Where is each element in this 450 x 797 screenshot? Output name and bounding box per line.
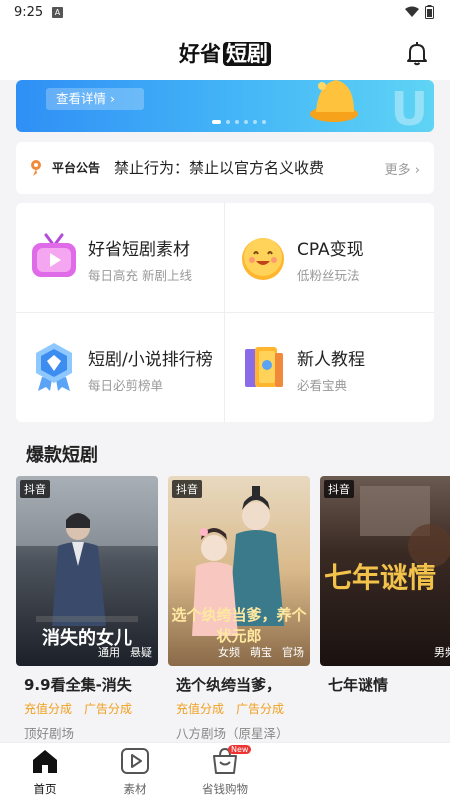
banner-dot[interactable] xyxy=(235,120,239,124)
drama-title: 9.9看全集-消失 xyxy=(24,676,132,694)
app-header: 好省 短剧 xyxy=(0,26,450,80)
banner-dot[interactable] xyxy=(262,120,266,124)
notification-icon: A xyxy=(52,7,63,18)
books-icon xyxy=(245,347,283,387)
feature-title: 短剧/小说排行榜 xyxy=(88,350,213,370)
banner-dot[interactable] xyxy=(212,120,221,124)
drama-title: 七年谜情 xyxy=(328,676,389,694)
genre-tags: 通用 悬疑 xyxy=(98,644,152,660)
new-badge: New xyxy=(228,745,252,754)
banner-dot[interactable] xyxy=(226,120,230,124)
feature-drama-materials[interactable]: 好省短剧素材 每日高充 新剧上线 xyxy=(16,203,224,312)
status-bar: 9:25 A xyxy=(0,0,450,26)
platform-notice[interactable]: 平台公告 禁止行为：禁止以官方名义收费 更多 › xyxy=(16,142,434,194)
home-icon xyxy=(33,750,57,773)
megaphone-icon xyxy=(31,160,41,176)
feature-tutorial[interactable]: 新人教程 必看宝典 xyxy=(225,313,433,422)
feature-subtitle: 每日高充 新剧上线 xyxy=(88,268,192,283)
genre-tag: 女频 xyxy=(218,646,240,659)
poster-title: 七年谜情 xyxy=(324,561,437,594)
feature-title: 新人教程 xyxy=(297,350,365,370)
drama-source: 八方剧场（原星泽） xyxy=(176,726,289,741)
tab-shopping[interactable]: New 省钱购物 xyxy=(185,745,265,797)
feature-subtitle: 低粉丝玩法 xyxy=(297,268,360,283)
banner-dot[interactable] xyxy=(244,120,248,124)
genre-tag: 悬疑 xyxy=(130,646,152,659)
banner-details-button[interactable]: 查看详情 › xyxy=(46,88,144,110)
notice-more-link[interactable]: 更多 › xyxy=(385,159,420,178)
app-title-prefix: 好省 xyxy=(179,42,221,66)
feature-subtitle: 必看宝典 xyxy=(297,378,348,393)
banner-pagination xyxy=(212,120,266,124)
tv-play-icon xyxy=(32,233,76,277)
platform-badge: 抖音 xyxy=(324,480,354,498)
bell-icon[interactable] xyxy=(404,40,430,66)
feature-grid: 好省短剧素材 每日高充 新剧上线 CPA变现 低粉丝玩法 短剧/小说排行榜 每日… xyxy=(16,203,434,422)
play-icon xyxy=(121,748,149,774)
feature-title: CPA变现 xyxy=(297,240,364,260)
wifi-icon xyxy=(405,6,419,17)
benefit-tag: 充值分成 xyxy=(24,702,73,716)
notice-text: 禁止行为：禁止以官方名义收费 xyxy=(114,159,325,177)
notice-label: 平台公告 xyxy=(52,161,101,175)
section-title: 爆款短剧 xyxy=(26,445,98,466)
feature-cpa[interactable]: CPA变现 低粉丝玩法 xyxy=(225,203,433,312)
bottom-tab-bar: 首页 素材 New 省钱购物 xyxy=(0,742,450,797)
feature-subtitle: 每日必剪榜单 xyxy=(88,378,164,393)
status-time: 9:25 xyxy=(14,5,44,20)
platform-badge: 抖音 xyxy=(172,480,202,498)
drama-title: 选个纨绔当爹， xyxy=(176,676,282,694)
status-icons xyxy=(405,5,434,19)
tab-label: 首页 xyxy=(33,782,57,796)
smile-face-icon xyxy=(242,238,284,280)
drama-poster: 抖音 消失的女儿 通用 悬疑 xyxy=(16,476,158,666)
genre-tags: 女频 萌宝 官场 xyxy=(218,644,304,660)
benefit-tag: 广告分成 xyxy=(84,702,133,716)
diamond-medal-icon xyxy=(36,343,72,391)
benefit-tags: 充值分成 广告分成 xyxy=(176,700,284,717)
drama-poster: 抖音 选个纨绔当爹，养个状元郎 女频 萌宝 官场 xyxy=(168,476,310,666)
genre-tag: 通用 xyxy=(98,646,120,659)
feature-title: 好省短剧素材 xyxy=(88,240,190,260)
drama-card[interactable]: 抖音 七年谜情 男频 七年谜情 xyxy=(320,476,450,742)
tab-home[interactable]: 首页 xyxy=(5,747,85,797)
benefit-tag: 广告分成 xyxy=(236,702,285,716)
feature-ranking[interactable]: 短剧/小说排行榜 每日必剪榜单 xyxy=(16,313,224,422)
battery-icon xyxy=(425,5,434,19)
app-title: 好省 短剧 xyxy=(0,38,450,68)
drama-card[interactable]: 抖音 选个纨绔当爹，养个状元郎 女频 萌宝 官场 选个纨绔当爹， 充值分成 广告… xyxy=(168,476,310,742)
promo-banner[interactable]: 查看详情 › U xyxy=(16,80,434,132)
tab-label: 省钱购物 xyxy=(202,782,248,796)
banner-decoration: U xyxy=(390,82,428,132)
drama-poster: 抖音 七年谜情 男频 xyxy=(320,476,450,666)
benefit-tags: 充值分成 广告分成 xyxy=(24,700,132,717)
tab-label: 素材 xyxy=(123,782,147,796)
drama-list: 抖音 消失的女儿 通用 悬疑 9.9看全集-消失 充值分成 广告分成 顶好剧场 xyxy=(16,476,450,742)
banner-dot[interactable] xyxy=(253,120,257,124)
poster-title: 选个纨绔当爹，养个状元郎 xyxy=(171,606,307,645)
genre-tag: 官场 xyxy=(282,646,304,659)
genre-tag: 萌宝 xyxy=(250,646,272,659)
genre-tag: 男频 xyxy=(434,646,450,659)
bell-illustration-icon xyxy=(310,80,358,122)
drama-card[interactable]: 抖音 消失的女儿 通用 悬疑 9.9看全集-消失 充值分成 广告分成 顶好剧场 xyxy=(16,476,158,742)
app-title-highlight: 短剧 xyxy=(223,42,271,66)
benefit-tag: 充值分成 xyxy=(176,702,225,716)
tab-materials[interactable]: 素材 xyxy=(95,747,175,797)
platform-badge: 抖音 xyxy=(20,480,50,498)
drama-source: 顶好剧场 xyxy=(24,726,75,741)
genre-tags: 男频 xyxy=(434,644,450,660)
